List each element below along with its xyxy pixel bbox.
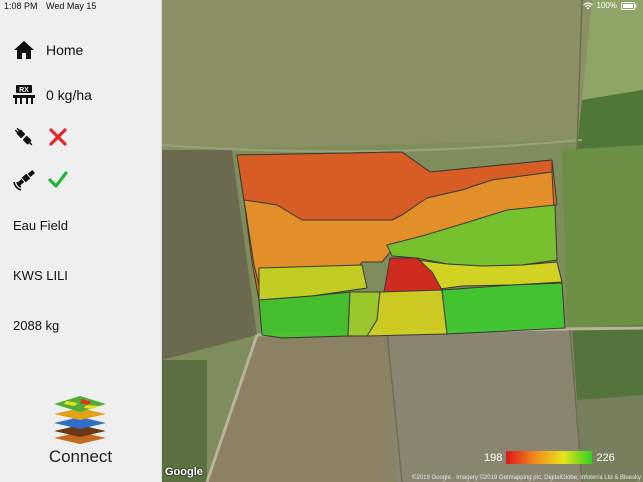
rate-row: RX 0 kg/ha [12,83,92,107]
seed-variety: KWS LILI [13,268,68,283]
satellite-map[interactable] [162,0,643,482]
check-mark-icon [46,168,70,192]
satellite-icon [12,168,36,192]
gps-status [12,168,80,192]
map-view[interactable]: Google ©2019 Google · Imagery ©2019 Getm… [162,0,643,482]
field-name: Eau Field [13,218,68,233]
plug-icon [12,125,36,149]
application-rate: 0 kg/ha [46,87,92,103]
rx-badge: RX [19,87,29,94]
wifi-icon [582,1,593,10]
legend-max: 226 [596,451,615,464]
home-icon [12,38,36,62]
status-bar: 1:08 PM Wed May 15 100% [0,0,643,14]
field-boundary [236,151,566,339]
total-weight: 2088 kg [13,318,60,333]
status-right: 100% [582,1,637,10]
map-copyright: ©2019 Google · Imagery ©2019 Getmapping … [412,475,641,481]
status-time: 1:08 PM [4,1,38,11]
connection-status [12,125,80,149]
home-label: Home [46,42,84,58]
status-date: Wed May 15 [46,1,97,11]
app-name: Connect [48,447,113,466]
app-logo [54,396,106,444]
prescription-icon: RX [12,83,36,107]
sidebar: Home RX 0 kg/ha Eau Field KWS LILI 2088 … [0,0,162,482]
home-button[interactable]: Home [12,38,83,62]
x-mark-icon [46,125,70,149]
google-logo: Google [165,466,203,478]
status-left: 1:08 PM Wed May 15 [4,1,102,11]
legend-min: 198 [484,451,503,464]
rate-legend: 198 226 [484,451,615,464]
battery-percent: 100% [596,1,617,10]
battery-icon [621,1,637,10]
legend-gradient-bar [506,451,593,464]
